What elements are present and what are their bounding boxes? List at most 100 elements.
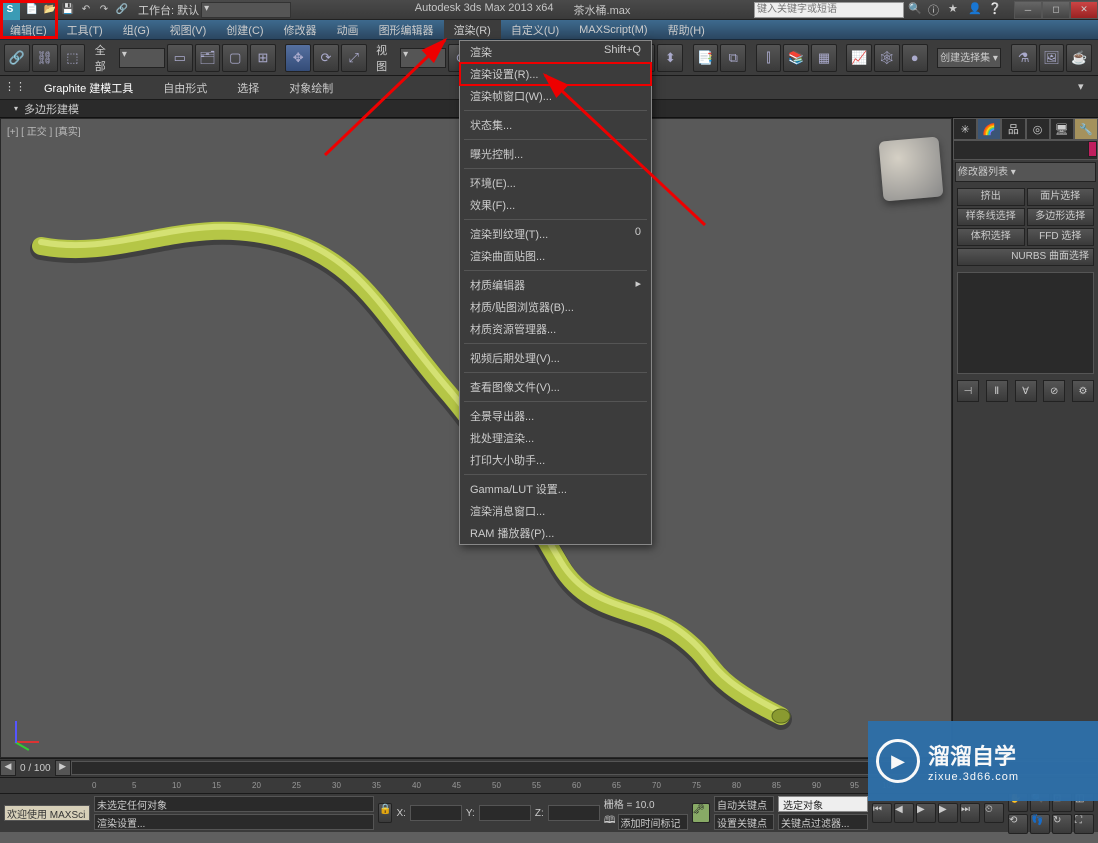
object-name-input[interactable] [954, 141, 1088, 159]
layer-manager-icon[interactable]: 📚 [783, 44, 809, 72]
menu-group[interactable]: 组(G) [113, 20, 160, 39]
search-input[interactable] [754, 2, 904, 18]
material-editor-icon[interactable]: ● [902, 44, 928, 72]
lock-selection-icon[interactable]: 🔒 [378, 803, 392, 823]
ribbon-handle-icon[interactable]: ⋮⋮ [4, 80, 20, 96]
cmd-utilities-tab[interactable]: 🔧 [1074, 118, 1098, 140]
nav-walk-icon[interactable]: 👣 [1030, 814, 1050, 834]
dd-exposure[interactable]: 曝光控制... [460, 143, 651, 165]
menu-help[interactable]: 帮助(H) [658, 20, 715, 39]
key-filters-button[interactable]: 关键点过滤器... [778, 814, 868, 830]
menu-maxscript[interactable]: MAXScript(M) [569, 20, 657, 39]
cmd-display-tab[interactable]: 🖥 [1050, 118, 1074, 140]
auto-key-button[interactable]: 自动关键点 [714, 796, 774, 812]
window-crossing-icon[interactable]: ⊞ [250, 44, 276, 72]
key-lock-icon[interactable]: 🗝 [692, 803, 710, 823]
toolbar-unlink-icon[interactable]: ⛓ [32, 44, 58, 72]
object-color-swatch[interactable] [1088, 141, 1097, 157]
dd-mat-explorer[interactable]: 材质资源管理器... [460, 318, 651, 340]
dd-render-texture[interactable]: 渲染到纹理(T)...0 [460, 223, 651, 245]
align-icon[interactable]: ⫿ [756, 44, 782, 72]
nav-orbit-icon[interactable]: ⟲ [1008, 814, 1028, 834]
minimize-button[interactable]: ─ [1014, 1, 1042, 19]
toolbar-bind-icon[interactable]: ⬚ [60, 44, 86, 72]
viewcube[interactable] [878, 136, 943, 201]
dd-render[interactable]: 渲染Shift+Q [460, 41, 651, 63]
graphite-toggle-icon[interactable]: ▦ [811, 44, 837, 72]
workspace-dropdown[interactable]: ▾ [201, 2, 291, 18]
coord-z-input[interactable] [548, 805, 600, 821]
select-by-name-icon[interactable]: 🗂 [195, 44, 221, 72]
modbtn-volume-select[interactable]: 体积选择 [957, 228, 1025, 246]
ribbon-graphite-tab[interactable]: Graphite 建模工具 [38, 78, 139, 98]
ribbon-freeform-tab[interactable]: 自由形式 [157, 78, 213, 98]
qat-redo-icon[interactable]: ↷ [96, 2, 112, 18]
toolbar-link-icon[interactable]: 🔗 [4, 44, 30, 72]
menu-view[interactable]: 视图(V) [160, 20, 217, 39]
set-key-button[interactable]: 设置关键点 [714, 814, 774, 830]
dd-ram-player[interactable]: RAM 播放器(P)... [460, 522, 651, 544]
prev-frame-icon[interactable]: ◀ [894, 803, 914, 823]
scale-icon[interactable]: ⤢ [341, 44, 367, 72]
qat-save-icon[interactable]: 💾 [60, 2, 76, 18]
mirror-icon[interactable]: ⧉ [720, 44, 746, 72]
nav-max-toggle-icon[interactable]: ⛶ [1074, 814, 1094, 834]
menu-animation[interactable]: 动画 [327, 20, 369, 39]
dd-mat-browser[interactable]: 材质/贴图浏览器(B)... [460, 296, 651, 318]
ribbon-sub-arrow-icon[interactable]: ▾ [14, 104, 18, 113]
dd-material-editor[interactable]: 材质编辑器▸ [460, 274, 651, 296]
maximize-button[interactable]: ◻ [1042, 1, 1070, 19]
cmd-create-tab[interactable]: ✳ [953, 118, 977, 140]
dd-panorama[interactable]: 全景导出器... [460, 405, 651, 427]
named-selection-icon[interactable]: 📑 [693, 44, 719, 72]
dd-state-sets[interactable]: 状态集... [460, 114, 651, 136]
dd-gamma-lut[interactable]: Gamma/LUT 设置... [460, 478, 651, 500]
modbtn-poly-select[interactable]: 多边形选择 [1027, 208, 1095, 226]
cmd-hierarchy-tab[interactable]: 品 [1001, 118, 1025, 140]
add-time-tag[interactable]: 添加时间标记 [618, 814, 688, 830]
dd-effects[interactable]: 效果(F)... [460, 194, 651, 216]
curve-editor-icon[interactable]: 📈 [846, 44, 872, 72]
render-setup-icon[interactable]: ⚗ [1011, 44, 1037, 72]
help-search-icon[interactable]: 🔍 [908, 2, 926, 18]
modbtn-nurbs-select[interactable]: NURBS 曲面选择 [957, 248, 1094, 266]
spinner-snap-icon[interactable]: ⬍ [657, 44, 683, 72]
pin-stack-icon[interactable]: ⊣ [957, 380, 979, 402]
cmd-motion-tab[interactable]: ◎ [1026, 118, 1050, 140]
dd-render-surface[interactable]: 渲染曲面贴图... [460, 245, 651, 267]
menu-rendering[interactable]: 渲染(R) [444, 20, 501, 39]
dd-rendered-frame[interactable]: 渲染帧窗口(W)... [460, 85, 651, 107]
ref-coord-dropdown[interactable]: ▾ [400, 48, 446, 68]
goto-end-icon[interactable]: ⏭ [960, 803, 980, 823]
next-frame-icon[interactable]: ▶ [938, 803, 958, 823]
coord-x-input[interactable] [410, 805, 462, 821]
dd-environment[interactable]: 环境(E)... [460, 172, 651, 194]
qat-link-icon[interactable]: 🔗 [114, 2, 130, 18]
modifier-stack[interactable] [957, 272, 1094, 374]
qat-open-icon[interactable]: 📂 [42, 2, 58, 18]
named-selection-dropdown[interactable]: 创建选择集 ▾ [937, 48, 1001, 68]
menu-customize[interactable]: 自定义(U) [501, 20, 569, 39]
selection-set-dropdown[interactable]: 选定对象 [778, 796, 868, 812]
rendered-frame-icon[interactable]: 🖼 [1039, 44, 1065, 72]
star-icon[interactable]: ★ [948, 2, 966, 18]
app-icon[interactable]: S [0, 0, 20, 20]
select-region-icon[interactable]: ▢ [222, 44, 248, 72]
time-tag-icon[interactable]: 🕮 [604, 813, 616, 830]
menu-tools[interactable]: 工具(T) [57, 20, 113, 39]
timeslider-prev[interactable]: ◀ [0, 760, 16, 776]
dd-render-msg[interactable]: 渲染消息窗口... [460, 500, 651, 522]
dd-view-image[interactable]: 查看图像文件(V)... [460, 376, 651, 398]
remove-modifier-icon[interactable]: ⊘ [1043, 380, 1065, 402]
qat-new-icon[interactable]: 📄 [24, 2, 40, 18]
modbtn-ffd-select[interactable]: FFD 选择 [1027, 228, 1095, 246]
dd-render-setup[interactable]: 渲染设置(R)... [460, 63, 651, 85]
dd-video-post[interactable]: 视频后期处理(V)... [460, 347, 651, 369]
dd-print-size[interactable]: 打印大小助手... [460, 449, 651, 471]
menu-edit[interactable]: 编辑(E) [0, 20, 57, 39]
rotate-icon[interactable]: ⟳ [313, 44, 339, 72]
signin-icon[interactable]: 👤 [968, 2, 986, 18]
help-icon[interactable]: ❔ [988, 2, 1006, 18]
viewport-label[interactable]: [+] [ 正交 ] [真实] [7, 123, 81, 138]
make-unique-icon[interactable]: ∀ [1015, 380, 1037, 402]
